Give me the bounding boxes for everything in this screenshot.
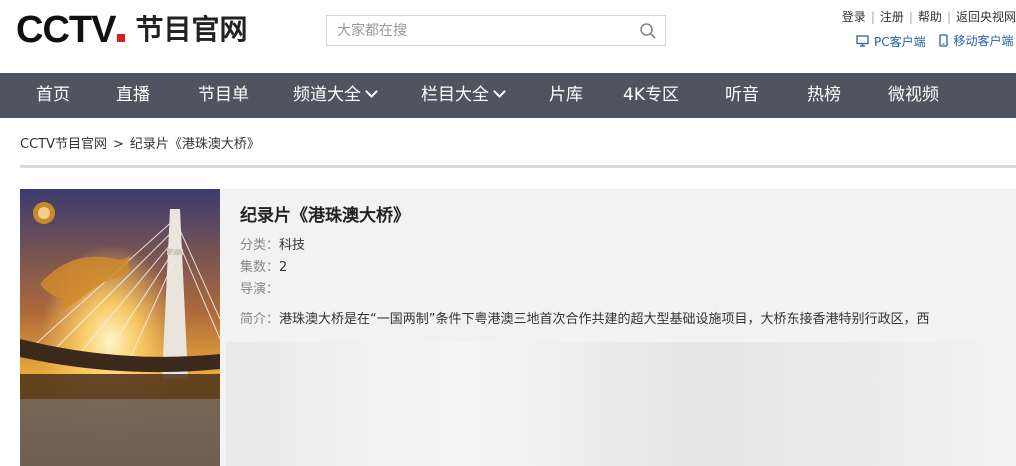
link-divider: |: [946, 10, 951, 24]
link-divider: |: [908, 10, 913, 24]
breadcrumb-separator: >: [113, 137, 124, 152]
pc-client-link[interactable]: PC客户端: [856, 33, 926, 50]
pc-client-label: PC客户端: [874, 34, 926, 49]
director-label: 导演：: [240, 282, 280, 297]
nav-label: 热榜: [807, 85, 841, 105]
nav-item-home[interactable]: 首页: [36, 73, 70, 118]
breadcrumb: CCTV节目官网 > 纪录片《港珠澳大桥》: [20, 133, 260, 152]
link-divider: |: [870, 10, 875, 24]
breadcrumb-current: 纪录片《港珠澳大桥》: [129, 137, 260, 152]
nav-label: 直播: [116, 85, 150, 105]
obscured-area: [226, 342, 1016, 466]
nav-item-trending[interactable]: 热榜: [807, 73, 841, 118]
main-nav: 首页 直播 节目单 频道大全 栏目大全 片库 4K专区 听音 热榜 微视频: [0, 73, 1016, 118]
episodes-row: 集数：2: [240, 256, 287, 275]
nav-label: 听音: [725, 85, 759, 105]
cctv-logo[interactable]: CCTV 节目官网: [16, 9, 248, 51]
help-link[interactable]: 帮助: [918, 10, 942, 24]
back-to-cctv-link[interactable]: 返回央视网: [956, 10, 1016, 24]
search-input[interactable]: [327, 16, 627, 45]
chevron-down-icon: [493, 85, 506, 98]
nav-item-schedule[interactable]: 节目单: [198, 73, 249, 118]
top-links: 登录 | 注册 | 帮助 | 返回央视网: [842, 8, 1016, 25]
phone-icon: [939, 34, 949, 47]
intro-label: 简介：: [240, 312, 280, 327]
nav-label: 频道大全: [293, 85, 361, 105]
mobile-client-link[interactable]: 移动客户端: [939, 32, 1013, 49]
intro-text: 港珠澳大桥是在“一国两制”条件下粤港澳三地首次合作共建的超大型基础设施项目，大桥…: [279, 312, 930, 327]
logo-text: CCTV: [16, 9, 116, 51]
section-divider: [20, 165, 1016, 168]
logo-red-dot: [117, 34, 126, 42]
search-box: [326, 15, 666, 46]
nav-label: 微视频: [888, 85, 939, 105]
category-value[interactable]: 科技: [279, 238, 305, 253]
episodes-value: 2: [279, 260, 288, 275]
logo-subtitle: 节目官网: [135, 13, 248, 46]
mobile-client-label: 移动客户端: [953, 34, 1014, 48]
nav-item-columns[interactable]: 栏目大全: [421, 73, 506, 118]
client-links: PC客户端 移动客户端: [856, 32, 1016, 50]
nav-label: 4K专区: [623, 85, 679, 105]
program-poster[interactable]: [20, 189, 220, 466]
director-row: 导演：: [240, 278, 279, 297]
search-icon[interactable]: [639, 22, 657, 40]
nav-label: 片库: [549, 85, 583, 105]
nav-item-micro-video[interactable]: 微视频: [888, 73, 939, 118]
nav-label: 栏目大全: [421, 85, 489, 105]
breadcrumb-home[interactable]: CCTV节目官网: [20, 137, 107, 152]
nav-item-audio[interactable]: 听音: [725, 73, 759, 118]
nav-item-channels[interactable]: 频道大全: [293, 73, 378, 118]
nav-item-library[interactable]: 片库: [549, 73, 583, 118]
chevron-down-icon: [365, 85, 378, 98]
intro-row: 简介：港珠澳大桥是在“一国两制”条件下粤港澳三地首次合作共建的超大型基础设施项目…: [240, 309, 1000, 331]
site-header: CCTV 节目官网 登录 | 注册 | 帮助 | 返回央视网 PC客户端 移动客户端: [0, 0, 1016, 73]
nav-label: 节目单: [198, 85, 249, 105]
category-row: 分类：科技: [240, 234, 305, 253]
monitor-icon: [856, 35, 869, 47]
nav-item-4k[interactable]: 4K专区: [623, 73, 679, 118]
register-link[interactable]: 注册: [880, 10, 904, 24]
login-link[interactable]: 登录: [842, 10, 866, 24]
nav-label: 首页: [36, 85, 70, 105]
episodes-label: 集数：: [240, 260, 280, 275]
category-label: 分类：: [240, 238, 280, 253]
program-title: 纪录片《港珠澳大桥》: [240, 206, 410, 226]
nav-item-live[interactable]: 直播: [116, 73, 150, 118]
